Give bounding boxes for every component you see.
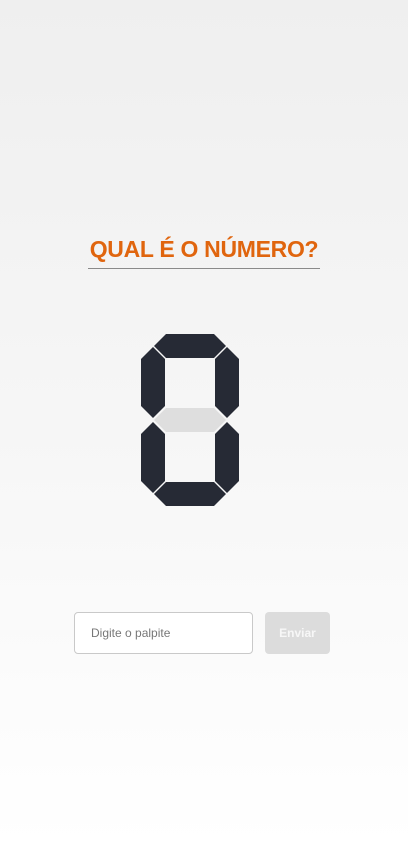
segment-f bbox=[141, 347, 165, 418]
guess-form: Enviar bbox=[74, 612, 330, 654]
segment-g bbox=[154, 408, 226, 432]
page-title: QUAL É O NÚMERO? bbox=[87, 234, 321, 269]
guess-input[interactable] bbox=[74, 612, 253, 654]
segment-c bbox=[215, 422, 239, 493]
segment-e bbox=[141, 422, 165, 493]
segment-b bbox=[215, 347, 239, 418]
segment-a bbox=[154, 334, 226, 358]
seven-segment-display bbox=[141, 334, 239, 506]
segment-d bbox=[154, 482, 226, 506]
title-wrapper: QUAL É O NÚMERO? bbox=[0, 234, 408, 269]
send-button[interactable]: Enviar bbox=[265, 612, 330, 654]
